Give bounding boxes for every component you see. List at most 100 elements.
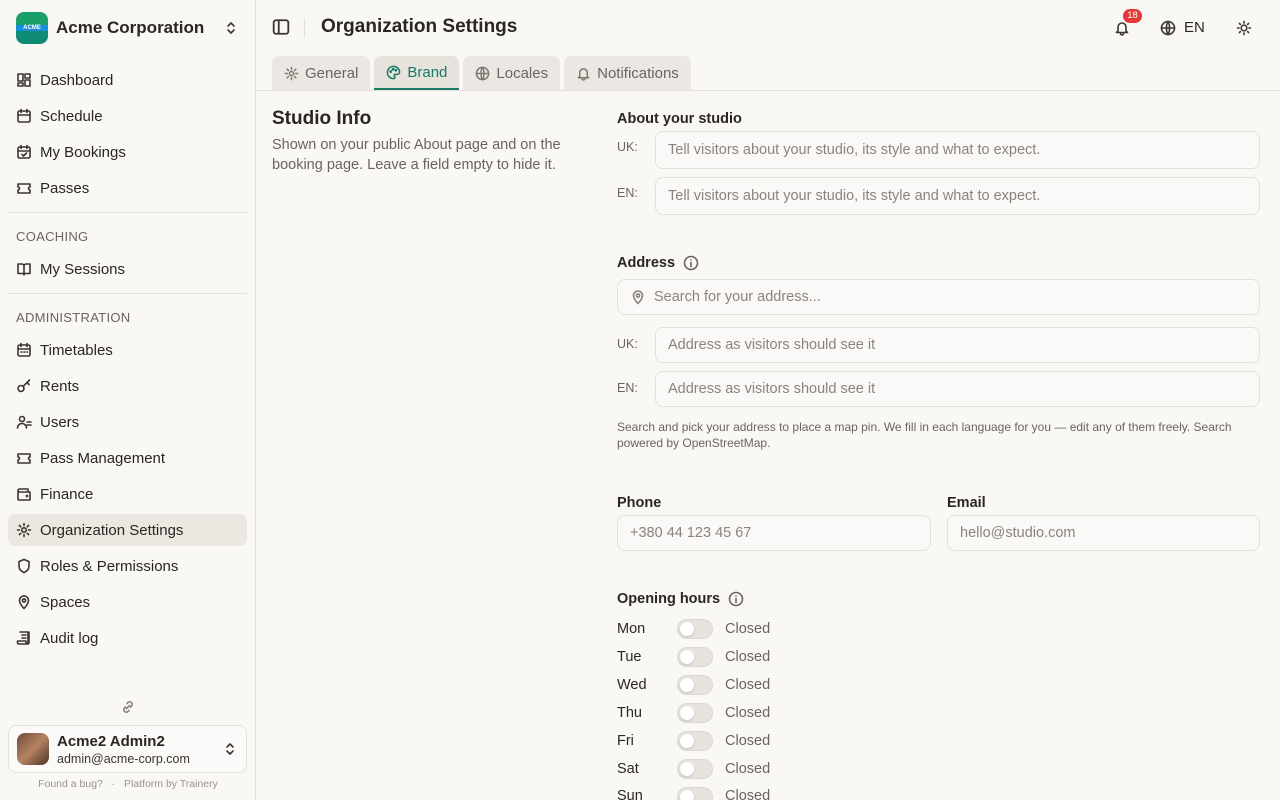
day-open-toggle[interactable] [677,675,713,695]
tab-label: Locales [496,64,549,82]
section-label-administration: ADMINISTRATION [16,310,131,325]
email-input[interactable]: hello@studio.com [947,515,1260,551]
nav-item-finance[interactable]: Finance [8,478,247,510]
nav-item-my-bookings[interactable]: My Bookings [8,136,247,168]
sun-icon[interactable] [1236,20,1252,36]
nav-item-organization-settings[interactable]: Organization Settings [8,514,247,546]
current-language: EN [1184,19,1205,36]
org-logo: ACME [16,12,48,44]
user-name: Acme2 Admin2 [57,732,165,750]
tab-brand[interactable]: Brand [374,56,460,90]
nav-item-label: Rents [40,377,80,395]
nav-item-label: Spaces [40,593,91,611]
user-email: admin@acme-corp.com [57,751,190,766]
tab-label: General [305,64,359,82]
page-title: Organization Settings [321,16,518,37]
day-open-toggle[interactable] [677,731,713,751]
nav-item-label: Timetables [40,341,113,359]
nav-item-spaces[interactable]: Spaces [8,586,247,618]
tab-notifications[interactable]: Notifications [564,56,691,90]
nav-item-passes[interactable]: Passes [8,172,247,204]
about-en-input[interactable]: Tell visitors about your studio, its sty… [655,177,1260,215]
day-status: Closed [725,705,771,721]
globe-icon [476,66,490,80]
nav-item-rents[interactable]: Rents [8,370,247,402]
day-status: Closed [725,649,771,665]
tab-label: Notifications [597,64,679,82]
day-label: Sat [617,761,639,777]
day-label: Sun [617,788,643,800]
header-separator [304,18,305,38]
tab-general[interactable]: General [272,56,371,90]
section-title: Studio Info [272,108,372,129]
nav-item-label: Organization Settings [40,521,184,539]
day-status: Closed [725,761,771,777]
day-label: Thu [617,705,642,721]
nav-item-label: Audit log [40,629,99,647]
nav-item-timetables[interactable]: Timetables [8,334,247,366]
ticket-icon [17,453,31,464]
sidebar-toggle-icon[interactable] [272,18,290,36]
nav-item-dashboard[interactable]: Dashboard [8,64,247,96]
wallet-icon [17,488,31,501]
tab-locales[interactable]: Locales [463,56,561,90]
notification-count-badge: 18 [1123,9,1142,23]
nav-item-label: My Sessions [40,260,126,278]
user-menu[interactable]: Acme2 Admin2 admin@acme-corp.com [8,725,247,773]
bell-icon [577,67,590,81]
nav-item-label: Schedule [40,107,103,125]
link-icon[interactable] [120,699,136,715]
day-open-toggle[interactable] [677,703,713,723]
report-bug-link[interactable]: Found a bug? [38,778,103,790]
section-description: Shown on your public About page and on t… [272,137,561,173]
address-en-input[interactable]: Address as visitors should see it [655,371,1260,407]
info-icon[interactable] [728,591,744,607]
day-open-toggle[interactable] [677,647,713,667]
nav-item-label: Dashboard [40,71,114,89]
settings-tabs: General Brand Locales Notifications [272,56,691,90]
platform-link[interactable]: Platform by Trainery [124,778,218,790]
info-icon[interactable] [683,255,699,271]
chevrons-up-down-icon [227,22,235,34]
day-open-toggle[interactable] [677,759,713,779]
gear-icon [284,66,299,80]
tab-label: Brand [407,63,448,81]
sidebar-divider [8,212,247,213]
day-open-toggle[interactable] [677,787,713,800]
language-switcher[interactable]: EN [1160,19,1205,36]
sidebar: ACME Acme Corporation Dashboard Schedule… [0,0,256,800]
day-status: Closed [725,621,771,637]
shield-icon [18,558,30,574]
address-hint: Search and pick your address to place a … [617,420,1232,450]
address-search-placeholder: Search for your address... [654,289,821,305]
book-open-icon [17,263,31,276]
day-status: Closed [725,788,771,800]
nav-item-audit-log[interactable]: Audit log [8,622,247,654]
nav-item-users[interactable]: Users [8,406,247,438]
nav-item-my-sessions[interactable]: My Sessions [8,253,247,285]
nav-item-schedule[interactable]: Schedule [8,100,247,132]
day-status: Closed [725,677,771,693]
globe-icon [1160,20,1176,35]
nav-item-pass-management[interactable]: Pass Management [8,442,247,474]
day-open-toggle[interactable] [677,619,713,639]
nav-item-label: My Bookings [40,143,126,161]
day-label: Wed [617,677,647,693]
footer-separator: · [111,778,116,790]
phone-input[interactable]: +380 44 123 45 67 [617,515,931,551]
nav-item-label: Pass Management [40,449,166,467]
address-uk-input[interactable]: Address as visitors should see it [655,327,1260,363]
sidebar-divider [8,293,247,294]
nav-item-roles-permissions[interactable]: Roles & Permissions [8,550,247,582]
org-switcher[interactable]: ACME Acme Corporation [8,8,247,48]
palette-icon [387,65,401,79]
nav-item-label: Passes [40,179,90,197]
lang-tag-en: EN: [617,186,638,200]
dashboard-icon [17,73,31,87]
address-search-input[interactable]: Search for your address... [617,279,1260,315]
phone-label: Phone [617,495,662,511]
about-uk-input[interactable]: Tell visitors about your studio, its sty… [655,131,1260,169]
gear-icon [16,522,32,538]
about-label: About your studio [617,111,742,127]
org-name: Acme Corporation [56,18,205,37]
